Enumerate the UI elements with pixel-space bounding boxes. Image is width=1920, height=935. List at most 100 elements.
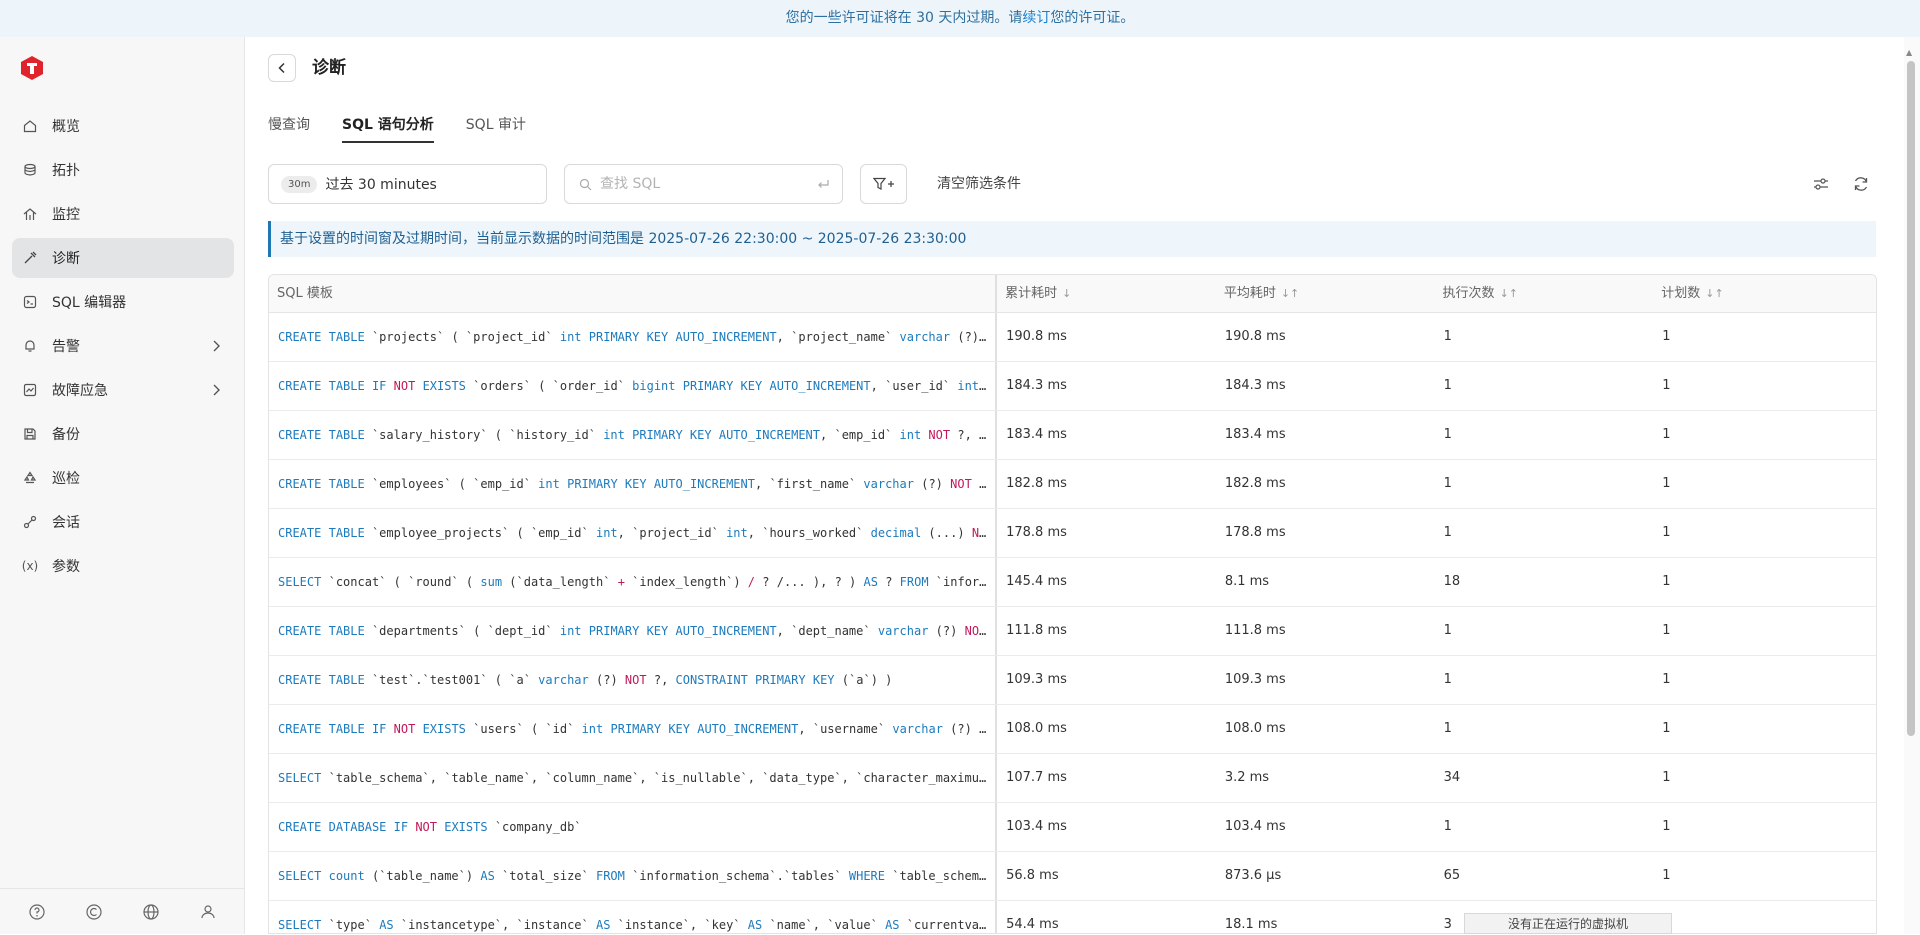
total-latency-cell: 182.8 ms bbox=[1006, 476, 1067, 491]
sidebar-item-incident[interactable]: 故障应急 bbox=[12, 370, 234, 410]
exec-count-cell: 34 bbox=[1443, 770, 1461, 785]
sort-icon[interactable]: ↓↑ bbox=[1705, 275, 1723, 313]
sort-icon[interactable]: ↓↑ bbox=[1500, 275, 1518, 313]
column-header-plan-count[interactable]: 计划数 ↓↑ bbox=[1653, 275, 1876, 312]
add-filter-button[interactable] bbox=[860, 164, 907, 204]
table-row[interactable]: CREATE TABLE `test`.`test001` ( `a` varc… bbox=[269, 656, 1876, 705]
total-latency-cell: 108.0 ms bbox=[1006, 721, 1067, 736]
table-row[interactable]: SELECT `table_schema`, `table_name`, `co… bbox=[269, 754, 1876, 803]
banner-text: 您的一些许可证将在 30 天内过期。请 bbox=[785, 10, 1023, 26]
filter-plus-icon bbox=[872, 177, 894, 190]
avg-latency-cell: 184.3 ms bbox=[1224, 378, 1286, 393]
refresh-icon[interactable] bbox=[1852, 175, 1870, 193]
column-header-total-latency[interactable]: 累计耗时 ↓ bbox=[997, 275, 1216, 312]
total-latency-cell: 178.8 ms bbox=[1006, 525, 1067, 540]
params-icon: (x) bbox=[21, 559, 39, 573]
backup-icon bbox=[22, 426, 38, 442]
scrollbar-thumb[interactable] bbox=[1907, 61, 1915, 736]
copyright-icon[interactable] bbox=[85, 903, 103, 921]
avg-latency-cell: 873.6 µs bbox=[1224, 868, 1282, 883]
back-button[interactable] bbox=[268, 54, 296, 82]
sql-template-cell[interactable]: CREATE TABLE `employees` ( `emp_id` int … bbox=[269, 460, 998, 508]
table-row[interactable]: SELECT `concat` ( `round` ( sum (`data_l… bbox=[269, 558, 1876, 607]
avg-latency-cell: 103.4 ms bbox=[1224, 819, 1286, 834]
sidebar-item-topology[interactable]: 拓扑 bbox=[12, 150, 234, 190]
plan-count-cell: 1 bbox=[1662, 427, 1671, 442]
tab-slow-query[interactable]: 慢查询 bbox=[268, 116, 310, 148]
chevron-right-icon bbox=[213, 340, 220, 352]
app-logo-icon[interactable] bbox=[20, 55, 44, 81]
plan-count-cell: 1 bbox=[1662, 329, 1671, 344]
sql-template-cell[interactable]: CREATE TABLE IF NOT EXISTS `users` ( `id… bbox=[269, 705, 998, 753]
exec-count-cell: 1 bbox=[1443, 378, 1452, 393]
banner-text-end: 您的许可证。 bbox=[1050, 10, 1135, 26]
sidebar-item-label: 监控 bbox=[52, 207, 80, 223]
renew-link[interactable]: 续订 bbox=[1022, 10, 1050, 26]
time-range-badge: 30m bbox=[281, 175, 318, 193]
exec-count-cell: 1 bbox=[1443, 525, 1452, 540]
table-body: CREATE TABLE `projects` ( `project_id` i… bbox=[269, 313, 1876, 933]
time-range-picker[interactable]: 30m 过去 30 minutes bbox=[268, 164, 547, 204]
sidebar-item-inspection[interactable]: 巡检 bbox=[12, 458, 234, 498]
table-row[interactable]: CREATE TABLE `employees` ( `emp_id` int … bbox=[269, 460, 1876, 509]
sql-template-cell[interactable]: SELECT `type` AS `instancetype`, `instan… bbox=[269, 901, 998, 933]
sort-icon[interactable]: ↓↑ bbox=[1281, 275, 1299, 313]
diagnose-icon bbox=[22, 250, 38, 266]
avg-latency-cell: 190.8 ms bbox=[1224, 329, 1286, 344]
sidebar-item-alert[interactable]: 告警 bbox=[12, 326, 234, 366]
sql-template-cell[interactable]: SELECT `table_schema`, `table_name`, `co… bbox=[269, 754, 998, 802]
incident-icon bbox=[22, 382, 38, 398]
sidebar-item-session[interactable]: 会话 bbox=[12, 502, 234, 542]
table-row[interactable]: CREATE TABLE `salary_history` ( `history… bbox=[269, 411, 1876, 460]
avg-latency-cell: 18.1 ms bbox=[1224, 917, 1278, 932]
sql-template-cell[interactable]: SELECT `concat` ( `round` ( sum (`data_l… bbox=[269, 558, 998, 606]
exec-count-cell: 1 bbox=[1443, 427, 1452, 442]
clear-filters-button[interactable]: 清空筛选条件 bbox=[937, 164, 1021, 204]
sidebar-item-params[interactable]: (x) 参数 bbox=[12, 546, 234, 586]
sql-template-cell[interactable]: CREATE TABLE `test`.`test001` ( `a` varc… bbox=[269, 656, 998, 704]
total-latency-cell: 103.4 ms bbox=[1006, 819, 1067, 834]
exec-count-cell: 1 bbox=[1443, 329, 1452, 344]
sidebar-footer bbox=[0, 888, 245, 934]
total-latency-cell: 56.8 ms bbox=[1006, 868, 1059, 883]
sidebar-item-label: 故障应急 bbox=[52, 383, 108, 399]
sql-template-cell[interactable]: CREATE TABLE `projects` ( `project_id` i… bbox=[269, 313, 998, 361]
sidebar-item-label: 巡检 bbox=[52, 471, 80, 487]
scroll-up-arrow[interactable]: ▲ bbox=[1906, 48, 1912, 57]
table-row[interactable]: SELECT count (`table_name`) AS `total_si… bbox=[269, 852, 1876, 901]
sidebar-item-monitor[interactable]: 监控 bbox=[12, 194, 234, 234]
sql-template-cell[interactable]: CREATE DATABASE IF NOT EXISTS `company_d… bbox=[269, 803, 998, 851]
table-row[interactable]: CREATE TABLE `projects` ( `project_id` i… bbox=[269, 313, 1876, 362]
globe-icon[interactable] bbox=[142, 903, 160, 921]
table-row[interactable]: CREATE TABLE `departments` ( `dept_id` i… bbox=[269, 607, 1876, 656]
tab-sql-analysis[interactable]: SQL 语句分析 bbox=[342, 116, 434, 148]
table-row[interactable]: CREATE TABLE IF NOT EXISTS `orders` ( `o… bbox=[269, 362, 1876, 411]
column-settings-icon[interactable] bbox=[1812, 175, 1830, 193]
sidebar-item-sql-editor[interactable]: SQL 编辑器 bbox=[12, 282, 234, 322]
sidebar-item-diagnose[interactable]: 诊断 bbox=[12, 238, 234, 278]
total-latency-cell: 145.4 ms bbox=[1006, 574, 1067, 589]
sql-template-cell[interactable]: CREATE TABLE `employee_projects` ( `emp_… bbox=[269, 509, 998, 557]
monitor-icon bbox=[22, 206, 38, 222]
sort-desc-icon[interactable]: ↓ bbox=[1062, 275, 1071, 313]
sidebar-item-label: 会话 bbox=[52, 515, 80, 531]
column-header-exec-count[interactable]: 执行次数 ↓↑ bbox=[1435, 275, 1654, 312]
tab-sql-audit[interactable]: SQL 审计 bbox=[466, 116, 526, 148]
sql-template-cell[interactable]: CREATE TABLE IF NOT EXISTS `orders` ( `o… bbox=[269, 362, 998, 410]
sql-template-cell[interactable]: CREATE TABLE `departments` ( `dept_id` i… bbox=[269, 607, 998, 655]
plan-count-cell: 1 bbox=[1662, 378, 1671, 393]
search-icon bbox=[579, 178, 592, 190]
sidebar-item-overview[interactable]: 概览 bbox=[12, 106, 234, 146]
sql-template-cell[interactable]: CREATE TABLE `salary_history` ( `history… bbox=[269, 411, 998, 459]
sql-template-cell[interactable]: SELECT count (`table_name`) AS `total_si… bbox=[269, 852, 998, 900]
table-row[interactable]: CREATE TABLE IF NOT EXISTS `users` ( `id… bbox=[269, 705, 1876, 754]
avg-latency-cell: 178.8 ms bbox=[1224, 525, 1286, 540]
help-icon[interactable] bbox=[28, 903, 46, 921]
user-icon[interactable] bbox=[199, 903, 217, 921]
column-header-avg-latency[interactable]: 平均耗时 ↓↑ bbox=[1216, 275, 1435, 312]
sidebar-item-backup[interactable]: 备份 bbox=[12, 414, 234, 454]
table-row[interactable]: CREATE TABLE `employee_projects` ( `emp_… bbox=[269, 509, 1876, 558]
table-row[interactable]: CREATE DATABASE IF NOT EXISTS `company_d… bbox=[269, 803, 1876, 852]
search-input[interactable] bbox=[600, 176, 800, 192]
sidebar-item-label: 拓扑 bbox=[52, 163, 80, 179]
